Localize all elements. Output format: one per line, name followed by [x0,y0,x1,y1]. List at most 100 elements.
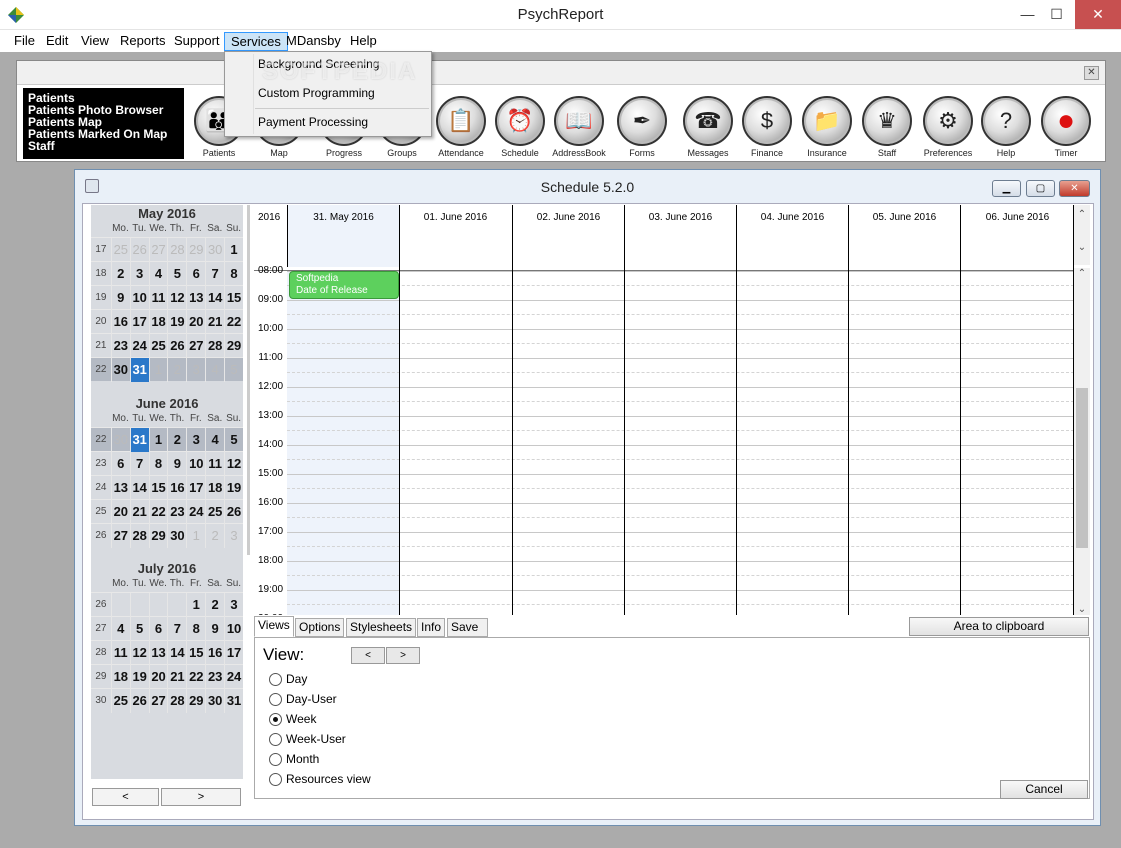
calendar-day[interactable]: 25 [205,499,224,524]
calendar-day[interactable]: 13 [110,475,130,500]
calendar-day[interactable]: 28 [205,333,224,358]
calendar-day[interactable]: 18 [110,664,130,689]
calendar-day[interactable]: 11 [148,285,168,310]
month-title[interactable]: June 2016 [91,395,243,413]
calendar-day[interactable]: 17 [224,640,243,665]
calendar-day[interactable]: 24 [129,333,149,358]
week-number[interactable]: 27 [91,623,111,634]
calendar-day[interactable]: 8 [148,451,168,476]
calendar-day[interactable]: 19 [167,309,186,334]
view-option-day-user[interactable]: Day-User [269,692,337,706]
radio-button[interactable] [269,772,282,786]
toolbar-staff-button[interactable]: ♛ Staff [858,96,916,160]
calendar-day[interactable]: 23 [205,664,224,689]
calendar-day[interactable]: 11 [205,451,224,476]
calendar-day[interactable]: 7 [129,451,149,476]
view-prev-button[interactable]: < [351,647,385,664]
calendar-day[interactable]: 21 [167,664,186,689]
calendar-day[interactable] [129,592,149,617]
view-option-month[interactable]: Month [269,752,319,766]
calendar-day[interactable]: 1 [224,237,243,262]
calendar-day[interactable]: 25 [148,333,168,358]
week-number[interactable]: 26 [91,530,111,541]
calendar-day[interactable]: 15 [148,475,168,500]
calendar-day[interactable]: 9 [110,285,130,310]
calendar-day[interactable]: 19 [129,664,149,689]
menu-view[interactable]: View [75,32,115,51]
calendar-day[interactable]: 11 [110,640,130,665]
calendar-day[interactable]: 20 [148,664,168,689]
calendar-day[interactable]: 1 [186,523,205,548]
tab-views[interactable]: Views [254,616,294,637]
calendar-day[interactable]: 29 [224,333,243,358]
header-scrollbar[interactable]: ⌃ ⌄ [1074,205,1090,265]
calendar-day[interactable]: 16 [110,309,130,334]
calendar-day[interactable]: 18 [148,309,168,334]
tab-save-as-image[interactable]: Save as image [447,618,488,668]
menu-services[interactable]: Services [224,32,288,51]
week-number[interactable]: 20 [91,316,111,327]
calendar-day[interactable]: 28 [167,688,186,713]
calendar-day[interactable]: 27 [110,523,130,548]
calendar-day[interactable]: 5 [224,427,243,452]
calendar-day[interactable]: 9 [167,451,186,476]
calendar-day[interactable]: 6 [148,616,168,641]
calendar-day[interactable]: 15 [186,640,205,665]
radio-button[interactable] [269,712,282,726]
calendar-day[interactable]: 22 [224,309,243,334]
toolbar-help-button[interactable]: ? Help [977,96,1035,160]
calendar-prev-button[interactable]: < [92,788,159,806]
radio-button[interactable] [269,672,282,686]
menu-edit[interactable]: Edit [40,32,74,51]
week-number[interactable]: 22 [91,434,111,445]
pane-splitter[interactable] [247,205,250,555]
menu-file[interactable]: File [8,32,41,51]
calendar-day[interactable]: 3 [224,592,243,617]
calendar-day[interactable]: 2 [205,523,224,548]
calendar-day[interactable]: 17 [129,309,149,334]
radio-button[interactable] [269,692,282,706]
radio-button[interactable] [269,752,282,766]
calendar-day[interactable]: 2 [167,357,186,382]
calendar-day[interactable]: 4 [205,427,224,452]
calendar-day[interactable]: 16 [205,640,224,665]
calendar-day[interactable]: 27 [186,333,205,358]
calendar-day[interactable]: 20 [110,499,130,524]
day-column-header[interactable]: 05. June 2016 [848,205,960,267]
day-column-header[interactable]: 01. June 2016 [399,205,511,267]
calendar-day[interactable]: 20 [186,309,205,334]
week-number[interactable]: 25 [91,506,111,517]
scroll-thumb[interactable] [1076,388,1088,548]
day-column-header[interactable]: 04. June 2016 [736,205,848,267]
view-next-button[interactable]: > [386,647,420,664]
schedule-close-button[interactable]: ✕ [1059,180,1090,197]
calendar-day[interactable]: 4 [110,616,130,641]
link-staff[interactable]: Staff [28,140,179,152]
calendar-day[interactable]: 26 [129,688,149,713]
calendar-day[interactable]: 18 [205,475,224,500]
calendar-day[interactable]: 26 [224,499,243,524]
calendar-day[interactable]: 7 [205,261,224,286]
menu-support[interactable]: Support [168,32,226,51]
week-number[interactable]: 22 [91,364,111,375]
toolbar-finance-button[interactable]: $ Finance [738,96,796,160]
calendar-day[interactable]: 21 [205,309,224,334]
calendar-day[interactable]: 6 [110,451,130,476]
calendar-day[interactable]: 29 [186,688,205,713]
calendar-day[interactable]: 12 [167,285,186,310]
calendar-day[interactable] [148,592,168,617]
calendar-day[interactable]: 3 [224,523,243,548]
toolbar-addressbook-button[interactable]: 📖 AddressBook [550,96,608,160]
calendar-day[interactable]: 14 [129,475,149,500]
calendar-day[interactable]: 3 [186,427,205,452]
calendar-day[interactable]: 3 [186,357,205,382]
month-title[interactable]: July 2016 [91,560,243,578]
toolbar-forms-button[interactable]: ✒ Forms [613,96,671,160]
toolbar-close-button[interactable]: ✕ [1084,66,1099,80]
calendar-day[interactable]: 31 [129,427,149,452]
calendar-day[interactable]: 30 [205,237,224,262]
calendar-day[interactable]: 4 [148,261,168,286]
menu-item-custom-programming[interactable]: Custom Programming [258,86,375,100]
calendar-day[interactable] [110,592,130,617]
calendar-day[interactable]: 27 [148,237,168,262]
